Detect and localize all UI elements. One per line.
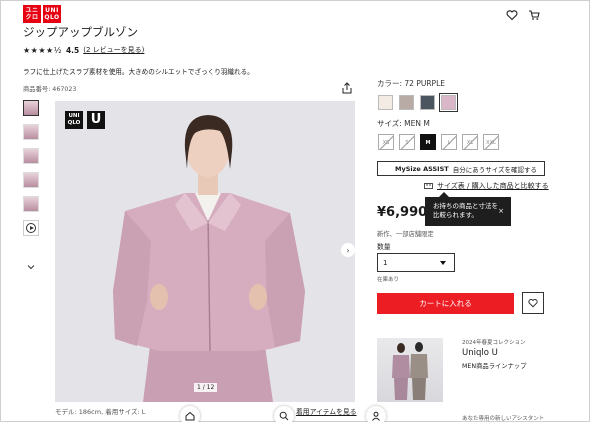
search-icon xyxy=(279,411,289,421)
logo-katakana-bottom: クロ xyxy=(25,14,39,21)
availability-note: 新作、一部店舗限定 xyxy=(377,231,434,238)
size-xl-strike xyxy=(463,135,477,149)
rating-score: 4.5 xyxy=(65,45,80,55)
share-icon[interactable] xyxy=(342,82,352,94)
logo-english-bottom: QLO xyxy=(44,14,60,21)
size-chart-link[interactable]: サイズ表 / 購入した商品と比較する xyxy=(424,181,549,191)
favorite-button[interactable] xyxy=(522,292,544,314)
play-icon xyxy=(26,223,36,233)
user-icon xyxy=(372,411,380,421)
collection-image[interactable] xyxy=(377,338,443,402)
product-description: ラフに仕上げたスラブ素材を使用。大きめのシルエットでざっくり羽織れる。 xyxy=(23,68,254,76)
collection-models-illustration xyxy=(392,342,428,400)
size-l-strike xyxy=(442,135,456,149)
product-title: ジップアップブルゾン xyxy=(23,25,138,39)
assistant-text: あなた専用の新しいアシスタント xyxy=(462,416,545,422)
uniqlo-logo[interactable]: ユニ クロ UNI QLO xyxy=(23,5,61,23)
thumbnail-5[interactable] xyxy=(23,196,39,212)
quantity-value: 1 xyxy=(383,258,388,267)
view-coordinate-link[interactable]: 着用アイテムを見る xyxy=(296,406,357,416)
size-xxl[interactable]: XXL xyxy=(483,134,499,150)
size-label: サイズ: MEN M xyxy=(377,119,430,128)
color-label: カラー: 72 PURPLE xyxy=(377,79,446,88)
thumbnail-1[interactable] xyxy=(23,100,39,116)
product-number: 商品番号: 467023 xyxy=(23,86,77,93)
next-image-button[interactable]: › xyxy=(341,243,355,257)
add-to-cart-button[interactable]: カートに入れる xyxy=(377,293,514,314)
color-swatch-3[interactable] xyxy=(420,95,435,110)
heart-icon xyxy=(528,299,538,308)
rating-row: ★★★★½ 4.5 (2 レビューを見る) xyxy=(23,45,144,55)
color-swatch-2[interactable] xyxy=(399,95,414,110)
logo-english-top: UNI xyxy=(45,7,59,14)
chevron-right-icon: › xyxy=(346,245,350,255)
search-button[interactable] xyxy=(274,406,294,422)
thumbnail-2[interactable] xyxy=(23,124,39,140)
size-l[interactable]: L xyxy=(441,134,457,150)
quantity-select[interactable]: 1 xyxy=(377,253,455,272)
logo-katakana: ユニ クロ xyxy=(23,5,41,23)
quantity-label: 数量 xyxy=(377,243,391,251)
logo-english: UNI QLO xyxy=(43,5,61,23)
thumbnail-4[interactable] xyxy=(23,172,39,188)
close-icon[interactable]: × xyxy=(498,207,504,216)
stock-status: 在庫あり xyxy=(377,277,400,283)
color-swatch-purple[interactable] xyxy=(439,93,458,112)
thumbnail-3[interactable] xyxy=(23,148,39,164)
size-compare-tooltip: お持ちの商品と寸法を 比較られます。 × xyxy=(425,192,511,226)
rating-stars: ★★★★½ xyxy=(23,45,62,55)
model-info: モデル: 186cm, 着用サイズ: L xyxy=(55,408,146,416)
chevron-down-icon[interactable] xyxy=(27,263,35,271)
chevron-down-icon xyxy=(440,261,446,265)
size-m-label: M xyxy=(425,140,431,146)
home-button[interactable] xyxy=(180,406,200,422)
thumbnail-video[interactable] xyxy=(23,220,39,236)
ruler-icon xyxy=(424,183,433,189)
collection-subtitle[interactable]: MEN商品ラインナップ xyxy=(462,361,527,370)
size-xl[interactable]: XL xyxy=(462,134,478,150)
collection-season: 2024年春夏コレクション xyxy=(462,340,526,346)
color-swatch-1[interactable] xyxy=(378,95,393,110)
thumbnail-list xyxy=(23,100,41,244)
account-button[interactable] xyxy=(366,406,386,422)
main-product-image[interactable]: UNI QLO U 1 / 12 xyxy=(55,101,355,402)
size-xs-strike xyxy=(379,135,393,149)
model-illustration xyxy=(113,115,305,402)
size-s[interactable]: S xyxy=(399,134,415,150)
price: ¥6,990 xyxy=(377,205,428,220)
size-chart-text: サイズ表 / 購入した商品と比較する xyxy=(437,182,549,190)
mysize-text: 自分にあうサイズを確認する xyxy=(452,165,538,174)
size-xs[interactable]: XS xyxy=(378,134,394,150)
heart-icon[interactable] xyxy=(506,9,518,21)
review-link[interactable]: (2 レビューを見る) xyxy=(83,45,144,55)
mysize-assist-button[interactable]: MySize ASSIST 自分にあうサイズを確認する xyxy=(377,161,545,176)
image-counter: 1 / 12 xyxy=(194,383,218,392)
size-s-strike xyxy=(400,135,414,149)
mysize-brand: MySize ASSIST xyxy=(395,164,449,173)
home-icon xyxy=(185,411,195,421)
size-m[interactable]: M xyxy=(420,134,436,150)
collection-title[interactable]: Uniqlo U xyxy=(462,348,498,358)
cart-icon[interactable] xyxy=(528,9,540,21)
logo-katakana-top: ユニ xyxy=(25,7,39,14)
